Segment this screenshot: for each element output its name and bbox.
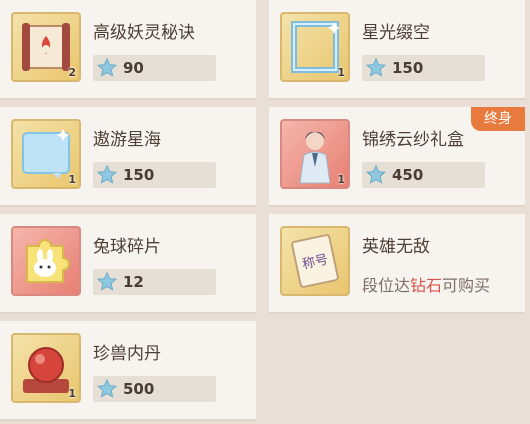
item-quantity: 1 [68,173,76,186]
avatar-outfit-icon: 1 [280,119,350,189]
scroll-icon: 2 [11,12,81,82]
item-title: 兔球碎片 [93,237,161,257]
title-scroll-icon: 称号 [280,226,350,296]
item-quantity: 2 [68,66,76,79]
red-orb-icon: 1 [11,333,81,403]
item-quantity: 1 [68,387,76,400]
star-currency-icon [365,57,387,77]
item-price: 500 [123,380,155,398]
price-bar: 150 [93,162,216,188]
shop-item-card[interactable]: 1 星光缀空 150 [269,0,525,100]
star-currency-icon [96,378,118,398]
item-title: 高级妖灵秘诀 [93,23,195,43]
item-quantity: 1 [337,173,345,186]
price-bar: 90 [93,55,216,81]
lifetime-badge: 终身 [471,107,525,131]
item-price: 12 [123,273,144,291]
purchase-condition: 段位达钻石可购买 [362,276,491,295]
item-title: 珍兽内丹 [93,344,161,364]
shop-item-card[interactable]: 1 珍兽内丹 500 [0,321,256,421]
star-currency-icon [96,57,118,77]
price-bar: 450 [362,162,485,188]
shop-item-card[interactable]: 称号 英雄无敌 段位达钻石可购买 [269,214,525,314]
item-quantity: 1 [337,66,345,79]
item-price: 450 [392,166,424,184]
puzzle-piece-icon [11,226,81,296]
price-bar: 500 [93,376,216,402]
price-bar: 150 [362,55,485,81]
star-currency-icon [96,164,118,184]
star-currency-icon [365,164,387,184]
item-title: 锦绣云纱礼盒 [362,130,464,150]
item-price: 90 [123,59,144,77]
chat-bubble-icon: 1 [11,119,81,189]
item-price: 150 [392,59,424,77]
item-title: 星光缀空 [362,23,430,43]
item-price: 150 [123,166,155,184]
item-title: 遨游星海 [93,130,161,150]
star-currency-icon [96,271,118,291]
price-bar: 12 [93,269,216,295]
item-title: 英雄无敌 [362,237,430,257]
frame-icon: 1 [280,12,350,82]
shop-item-card[interactable]: 1 遨游星海 150 [0,107,256,207]
shop-item-card[interactable]: 兔球碎片 12 [0,214,256,314]
shop-item-card[interactable]: 2 高级妖灵秘诀 90 [0,0,256,100]
shop-item-card[interactable]: 终身 1 锦绣云纱礼盒 450 [269,107,525,207]
